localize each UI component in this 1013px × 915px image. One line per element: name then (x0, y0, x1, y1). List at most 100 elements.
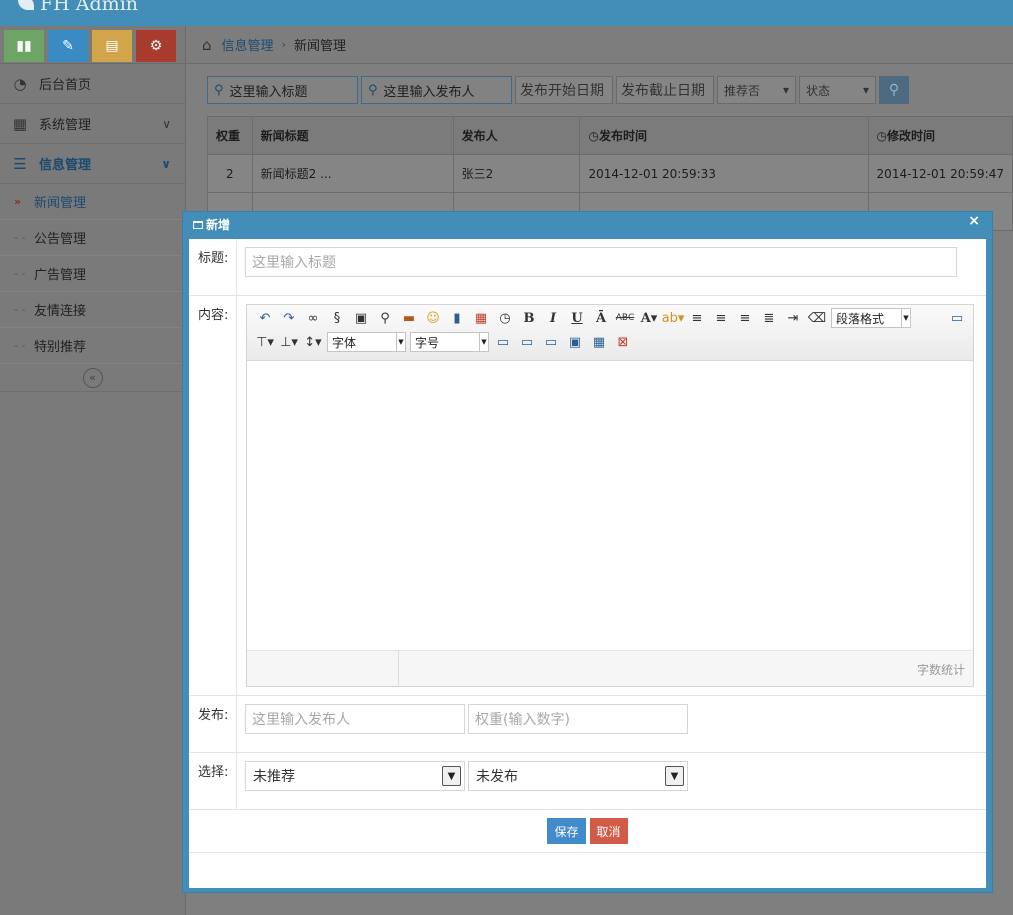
clock-icon: ◷ (876, 129, 888, 143)
caret-down-icon: ▼ (396, 333, 405, 351)
shortcut-signal-button[interactable]: ▮▮ (4, 30, 44, 62)
save-button[interactable]: 保存 (547, 818, 586, 844)
recommend-dropdown[interactable]: 未推荐 ▼ (245, 761, 465, 791)
strikethrough-icon[interactable]: ABC (613, 307, 637, 329)
list-icon: ☰ (13, 154, 27, 173)
paragraph-spacing-top-icon[interactable]: ⊤▾ (253, 331, 277, 353)
sidebar-subitem-news[interactable]: » 新闻管理 (0, 184, 185, 220)
end-date-input[interactable]: 发布截止日期 (616, 76, 714, 104)
image-float-none-icon[interactable]: ▭ (491, 331, 515, 353)
sidebar-subitem-label: 公告管理 (34, 232, 87, 247)
column-header-weight[interactable]: 权重 (207, 116, 253, 155)
column-header-title[interactable]: 新闻标题 (251, 116, 454, 155)
image-float-left-icon[interactable]: ▭ (515, 331, 539, 353)
sidebar-subitem-label: 特别推荐 (34, 340, 87, 355)
column-header-publish-time-label: 发布时间 (598, 129, 647, 143)
bold-icon[interactable]: B (517, 307, 541, 329)
breadcrumb-parent-link[interactable]: 信息管理 (222, 35, 274, 54)
table-row[interactable]: 2 新闻标题2 ... 张三2 2014-12-01 20:59:33 2014… (207, 154, 1013, 193)
dash-icon: - - (14, 339, 26, 352)
status-dropdown[interactable]: 未发布 ▼ (468, 761, 688, 791)
recommend-select[interactable]: 推荐否 ▾ (717, 76, 796, 104)
recommend-dropdown-value: 未推荐 (253, 769, 295, 785)
underline-icon[interactable]: U (565, 307, 589, 329)
dash-icon: - - (14, 267, 26, 280)
search-title-input[interactable]: ⚲ 这里输入标题 (207, 76, 358, 104)
paragraph-format-select[interactable]: 段落格式 ▼ (831, 308, 911, 328)
column-header-modify-time[interactable]: ◷修改时间 (867, 116, 1013, 155)
unlink-icon[interactable]: § (325, 307, 349, 329)
italic-icon[interactable]: I (541, 307, 565, 329)
caret-down-icon: ▾ (782, 83, 789, 97)
search-publisher-input[interactable]: ⚲ 这里输入发布人 (361, 76, 512, 104)
image-float-right-icon[interactable]: ▭ (539, 331, 563, 353)
select-label: 选择: (189, 753, 237, 809)
redo-icon[interactable]: ↷ (277, 307, 301, 329)
status-dropdown-value: 未发布 (476, 769, 518, 785)
video-icon[interactable]: ▮ (445, 307, 469, 329)
publisher-input[interactable]: 这里输入发布人 (245, 704, 465, 734)
paragraph-spacing-bottom-icon[interactable]: ⊥▾ (277, 331, 301, 353)
home-icon[interactable]: ⌂ (202, 36, 212, 54)
image-icon[interactable]: ▬ (397, 307, 421, 329)
shortcut-book-button[interactable]: ▤ (92, 30, 132, 62)
delete-table-icon[interactable]: ⊠ (611, 331, 635, 353)
status-select[interactable]: 状态 ▾ (799, 76, 876, 104)
sidebar-subitem-links[interactable]: - - 友情连接 (0, 292, 185, 328)
chevron-down-icon: ▼ (442, 766, 461, 786)
eraser-icon[interactable]: ⌫ (805, 307, 829, 329)
start-date-input[interactable]: 发布开始日期 (515, 76, 613, 104)
sidebar-item-info[interactable]: ☰ 信息管理 ∨ (0, 144, 185, 184)
editor-toolbar-row-1: ↶ ↷ ∞ § ▣ ⚲ ▬ ☺ ▮ ▦ ◷ B I U Ā ABC A▾ ab▾… (253, 307, 913, 329)
print-icon[interactable]: ▣ (349, 307, 373, 329)
title-input[interactable]: 这里输入标题 (245, 247, 957, 277)
sidebar-item-dashboard[interactable]: ◔ 后台首页 (0, 64, 185, 104)
font-color-icon[interactable]: A▾ (637, 307, 661, 329)
sidebar-subitem-notice[interactable]: - - 公告管理 (0, 220, 185, 256)
align-justify-icon[interactable]: ≣ (757, 307, 781, 329)
sidebar-item-system[interactable]: ▦ 系统管理 ∨ (0, 104, 185, 144)
align-center-icon[interactable]: ≡ (709, 307, 733, 329)
font-size-select[interactable]: 字号 ▼ (410, 332, 489, 352)
table-cell-publish-time: 2014-12-01 20:59:33 (579, 154, 869, 193)
column-header-publish-time[interactable]: ◷发布时间 (579, 116, 869, 155)
preview-icon[interactable]: ⚲ (373, 307, 397, 329)
image-center-icon[interactable]: ▣ (563, 331, 587, 353)
book-icon: ▤ (105, 38, 119, 54)
column-header-publisher[interactable]: 发布人 (452, 116, 581, 155)
form-row-content: 内容: ↶ ↷ ∞ § ▣ ⚲ ▬ ☺ ▮ ▦ ◷ B I U Ā ABC A▾… (189, 296, 986, 696)
sidebar-subitem-featured[interactable]: - - 特别推荐 (0, 328, 185, 364)
brand[interactable]: FH Admin (18, 0, 138, 15)
indent-icon[interactable]: ⇥ (781, 307, 805, 329)
signal-icon: ▮▮ (16, 38, 32, 54)
emoticon-icon[interactable]: ☺ (421, 307, 445, 329)
font-border-icon[interactable]: Ā (589, 307, 613, 329)
link-icon[interactable]: ∞ (301, 307, 325, 329)
cancel-button[interactable]: 取消 (589, 818, 628, 844)
dialog-title-bar[interactable]: 新增 × (183, 212, 992, 237)
search-button[interactable]: ⚲ (879, 76, 909, 104)
leaf-icon (18, 0, 34, 10)
editor-toolbar: ↶ ↷ ∞ § ▣ ⚲ ▬ ☺ ▮ ▦ ◷ B I U Ā ABC A▾ ab▾… (247, 305, 973, 361)
shortcut-cogs-button[interactable]: ⚙ (136, 30, 176, 62)
line-height-icon[interactable]: ↕▾ (301, 331, 325, 353)
time-icon[interactable]: ◷ (493, 307, 517, 329)
undo-icon[interactable]: ↶ (253, 307, 277, 329)
collapse-sidebar-icon[interactable]: « (82, 367, 103, 388)
date-icon[interactable]: ▦ (469, 307, 493, 329)
weight-input[interactable]: 权重(输入数字) (468, 704, 688, 734)
table-cell-publisher: 张三2 (452, 154, 581, 193)
fullscreen-icon[interactable]: ▭ (947, 308, 967, 328)
highlight-color-icon[interactable]: ab▾ (661, 307, 685, 329)
chevron-down-icon: ▼ (665, 766, 684, 786)
align-left-icon[interactable]: ≡ (685, 307, 709, 329)
font-family-select[interactable]: 字体 ▼ (327, 332, 406, 352)
editor-content-area[interactable] (247, 361, 973, 651)
sidebar-subitem-ads[interactable]: - - 广告管理 (0, 256, 185, 292)
insert-table-icon[interactable]: ▦ (587, 331, 611, 353)
align-right-icon[interactable]: ≡ (733, 307, 757, 329)
word-count: 字数统计 (916, 663, 965, 677)
dialog-title: 新增 (206, 218, 231, 232)
close-icon[interactable]: × (968, 213, 980, 229)
shortcut-pencil-button[interactable]: ✎ (48, 30, 88, 62)
